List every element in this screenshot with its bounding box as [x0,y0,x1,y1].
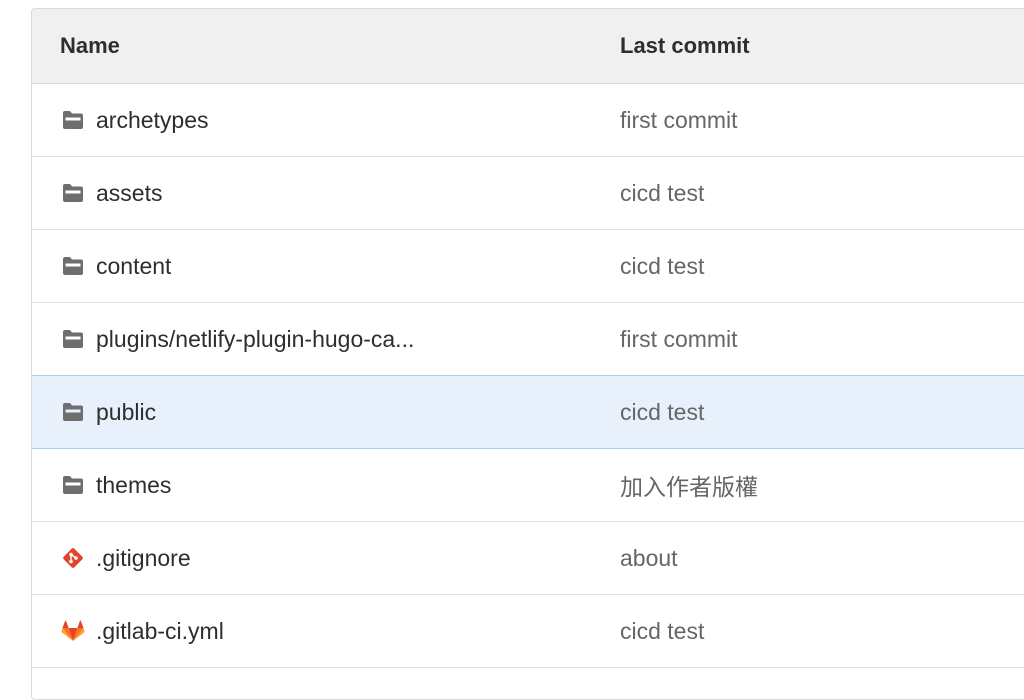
name-cell: .gitignore [32,545,620,572]
table-row[interactable]: assets cicd test [32,157,1024,230]
commit-message-link[interactable]: first commit [620,326,738,353]
git-icon [61,546,87,570]
folder-icon [61,254,87,278]
name-cell: plugins/netlify-plugin-hugo-ca... [32,326,620,353]
table-header: Name Last commit [32,9,1024,84]
folder-icon [61,108,87,132]
gitlab-icon [61,619,87,643]
commit-message-link[interactable]: cicd test [620,399,704,426]
name-cell: assets [32,180,620,207]
column-header-last-commit[interactable]: Last commit [620,33,1024,59]
file-name-link[interactable]: content [96,253,171,280]
commit-message-link[interactable]: about [620,545,678,572]
file-name-link[interactable]: .gitignore [96,545,191,572]
name-cell: public [32,399,620,426]
file-name-link[interactable]: themes [96,472,171,499]
file-name-link[interactable]: archetypes [96,107,209,134]
file-name-link[interactable]: .gitlab-ci.yml [96,618,224,645]
table-row[interactable]: archetypes first commit [32,84,1024,157]
commit-message-link[interactable]: cicd test [620,253,704,280]
folder-icon [61,473,87,497]
file-tree-table: Name Last commit archetypes first commit… [31,8,1024,700]
name-cell: archetypes [32,107,620,134]
folder-icon [61,400,87,424]
commit-message-link[interactable]: first commit [620,107,738,134]
name-cell: themes [32,472,620,499]
file-name-link[interactable]: plugins/netlify-plugin-hugo-ca... [96,326,414,353]
table-row-selected[interactable]: public cicd test [32,375,1024,449]
commit-message-link[interactable]: cicd test [620,180,704,207]
table-row[interactable]: themes 加入作者版權 [32,449,1024,522]
file-name-link[interactable]: assets [96,180,162,207]
commit-message-link[interactable]: 加入作者版權 [620,468,758,502]
name-cell: content [32,253,620,280]
commit-message-link[interactable]: cicd test [620,618,704,645]
folder-icon [61,181,87,205]
table-row[interactable]: .gitignore about [32,522,1024,595]
name-cell: .gitlab-ci.yml [32,618,620,645]
table-row[interactable]: plugins/netlify-plugin-hugo-ca... first … [32,303,1024,376]
column-header-name[interactable]: Name [32,33,620,59]
file-name-link[interactable]: public [96,399,156,426]
folder-icon [61,327,87,351]
table-row[interactable]: content cicd test [32,230,1024,303]
table-row[interactable]: .gitlab-ci.yml cicd test [32,595,1024,668]
